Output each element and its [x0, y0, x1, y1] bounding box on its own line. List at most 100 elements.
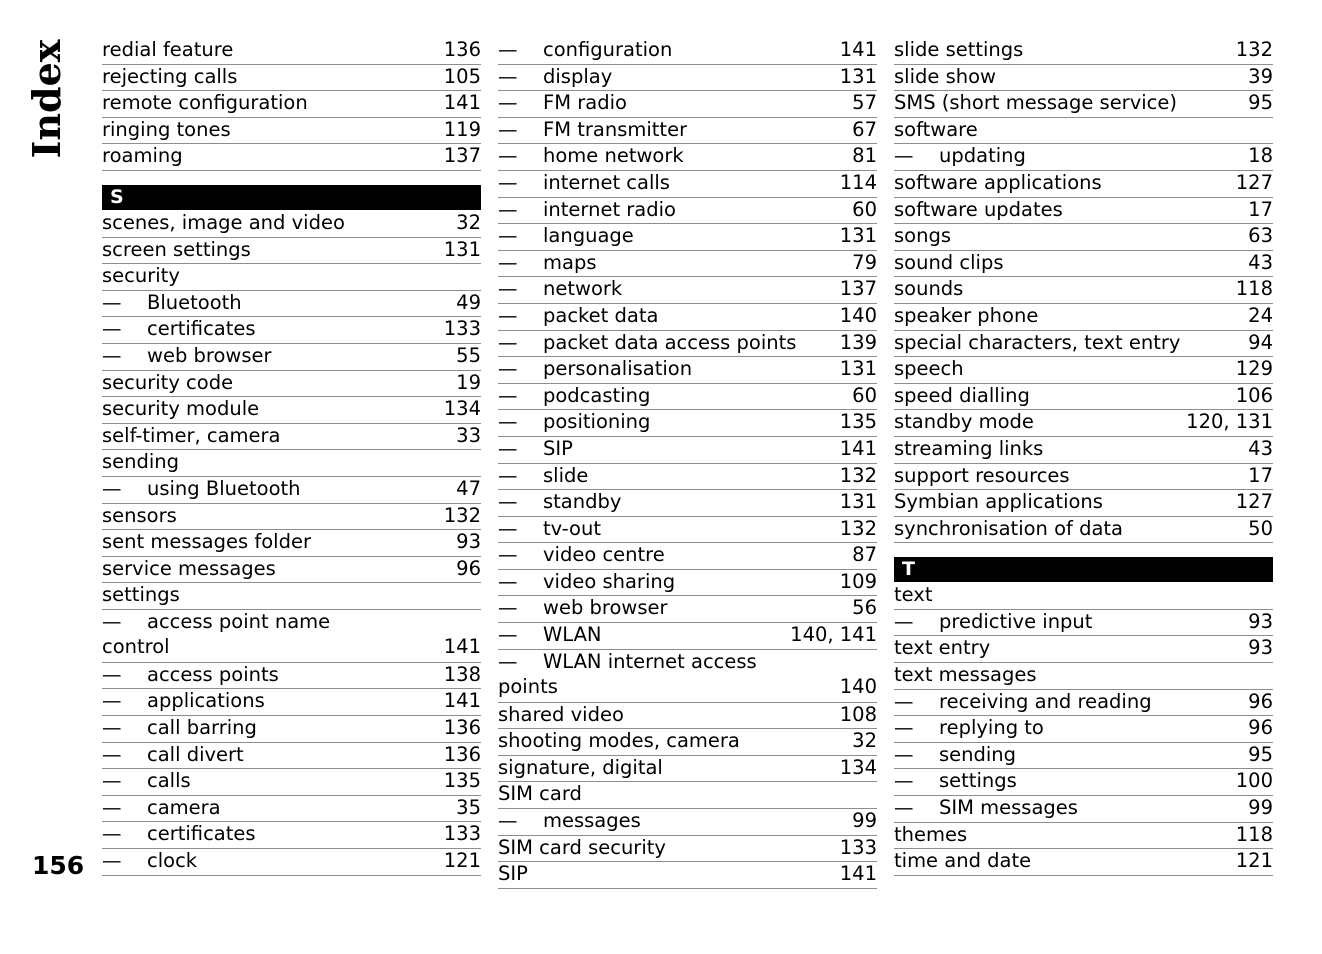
index-entry[interactable]: text entry 93 — [894, 636, 1273, 664]
index-entry[interactable]: sound clips 43 — [894, 251, 1273, 278]
index-entry[interactable]: special characters, text entry 94 — [894, 331, 1273, 358]
index-entry[interactable]: — FM radio 57 — [498, 91, 877, 118]
index-entry[interactable]: — tv-out 132 — [498, 517, 877, 544]
index-entry[interactable]: SIM card — [498, 782, 877, 810]
index-entry[interactable]: themes 118 — [894, 823, 1273, 850]
index-entry[interactable]: text — [894, 583, 1273, 610]
sub-entry-dash-icon: — — [498, 809, 518, 833]
index-entry[interactable]: — call barring 136 — [102, 716, 481, 743]
index-entry[interactable]: redial feature 136 — [102, 38, 481, 65]
index-entry[interactable]: screen settings 131 — [102, 238, 481, 265]
index-entry[interactable]: — SIM messages 99 — [894, 796, 1273, 823]
index-entry[interactable]: rejecting calls 105 — [102, 65, 481, 92]
index-entry[interactable]: security — [102, 264, 481, 291]
index-entry[interactable]: — video sharing 109 — [498, 570, 877, 597]
index-entry[interactable]: — Bluetooth 49 — [102, 291, 481, 318]
index-entry-continuation[interactable]: points 140 — [498, 675, 877, 703]
index-entry[interactable]: — configuration 141 — [498, 38, 877, 65]
index-entry[interactable]: time and date 121 — [894, 849, 1273, 876]
index-entry[interactable]: — web browser 55 — [102, 344, 481, 371]
index-entry[interactable]: scenes, image and video 32 — [102, 211, 481, 238]
index-entry[interactable]: — packet data 140 — [498, 304, 877, 331]
index-entry-page: 136 — [443, 742, 481, 766]
index-entry[interactable]: synchronisation of data 50 — [894, 517, 1273, 544]
index-entry[interactable]: software applications 127 — [894, 171, 1273, 198]
index-entry[interactable]: security module 134 — [102, 397, 481, 424]
index-entry[interactable]: Symbian applications 127 — [894, 490, 1273, 517]
index-entry[interactable]: — certificates 133 — [102, 317, 481, 344]
index-entry-term: — sending — [894, 743, 1016, 767]
index-entry[interactable]: — updating 18 — [894, 144, 1273, 171]
index-entry[interactable]: — FM transmitter 67 — [498, 118, 877, 145]
index-entry[interactable]: — certificates 133 — [102, 822, 481, 850]
index-entry[interactable]: — using Bluetooth 47 — [102, 477, 481, 504]
index-entry[interactable]: signature, digital 134 — [498, 756, 877, 783]
index-entry[interactable]: — packet data access points 139 — [498, 331, 877, 358]
index-entry[interactable]: — personalisation 131 — [498, 357, 877, 384]
index-entry[interactable]: service messages 96 — [102, 557, 481, 584]
index-entry[interactable]: settings — [102, 583, 481, 610]
index-entry[interactable]: software updates 17 — [894, 198, 1273, 225]
index-entry[interactable]: shooting modes, camera 32 — [498, 729, 877, 756]
index-entry[interactable]: — SIP 141 — [498, 437, 877, 464]
index-entry[interactable]: software — [894, 118, 1273, 145]
index-entry[interactable]: — standby 131 — [498, 490, 877, 517]
index-entry[interactable]: — home network 81 — [498, 144, 877, 171]
index-entry[interactable]: SMS (short message service) 95 — [894, 91, 1273, 118]
index-entry[interactable]: sensors 132 — [102, 504, 481, 531]
index-entry-continuation[interactable]: control 141 — [102, 635, 481, 663]
index-entry[interactable]: self-timer, camera 33 — [102, 424, 481, 451]
index-entry[interactable]: — network 137 — [498, 277, 877, 304]
index-entry[interactable]: slide settings 132 — [894, 38, 1273, 65]
index-entry[interactable]: — replying to 96 — [894, 716, 1273, 743]
index-entry[interactable]: — video centre 87 — [498, 543, 877, 570]
index-entry-term: — replying to — [894, 716, 1044, 740]
index-entry[interactable]: speech 129 — [894, 357, 1273, 384]
index-entry-page: 96 — [1248, 716, 1273, 740]
index-entry[interactable]: roaming 137 — [102, 144, 481, 171]
index-entry[interactable]: remote configuration 141 — [102, 91, 481, 118]
index-entry-term: roaming — [102, 144, 183, 168]
index-entry[interactable]: — applications 141 — [102, 689, 481, 717]
index-entry[interactable]: SIP 141 — [498, 862, 877, 889]
index-entry[interactable]: speaker phone 24 — [894, 304, 1273, 331]
index-entry[interactable]: songs 63 — [894, 224, 1273, 251]
index-entry[interactable]: — access point name — [102, 610, 481, 635]
index-entry[interactable]: — settings 100 — [894, 769, 1273, 797]
index-entry[interactable]: security code 19 — [102, 371, 481, 398]
index-entry[interactable]: ringing tones 119 — [102, 118, 481, 145]
index-entry[interactable]: — web browser 56 — [498, 596, 877, 624]
index-entry[interactable]: — calls 135 — [102, 769, 481, 796]
index-entry[interactable]: — podcasting 60 — [498, 384, 877, 411]
index-entry[interactable]: — access points 138 — [102, 663, 481, 690]
index-entry[interactable]: — slide 132 — [498, 464, 877, 491]
index-entry[interactable]: sent messages folder 93 — [102, 530, 481, 557]
index-entry[interactable]: slide show 39 — [894, 65, 1273, 92]
index-entry[interactable]: — internet calls 114 — [498, 171, 877, 198]
index-entry[interactable]: sounds 118 — [894, 277, 1273, 304]
index-entry-term: rejecting calls — [102, 65, 237, 89]
index-entry[interactable]: — WLAN 140, 141 — [498, 623, 877, 650]
index-entry[interactable]: — WLAN internet access — [498, 650, 877, 675]
index-entry[interactable]: support resources 17 — [894, 464, 1273, 491]
index-entry[interactable]: — clock 121 — [102, 849, 481, 876]
index-entry[interactable]: — predictive input 93 — [894, 610, 1273, 637]
index-entry[interactable]: SIM card security 133 — [498, 836, 877, 863]
index-entry[interactable]: — call divert 136 — [102, 743, 481, 770]
index-entry[interactable]: text messages — [894, 663, 1273, 690]
index-entry[interactable]: standby mode 120, 131 — [894, 410, 1273, 437]
index-entry[interactable]: — internet radio 60 — [498, 198, 877, 225]
index-entry[interactable]: — display 131 — [498, 65, 877, 92]
index-entry[interactable]: sending — [102, 450, 481, 477]
index-entry[interactable]: streaming links 43 — [894, 437, 1273, 464]
index-entry-label: predictive input — [939, 609, 1093, 633]
index-entry[interactable]: — messages 99 — [498, 809, 877, 836]
index-entry[interactable]: — camera 35 — [102, 796, 481, 823]
index-entry[interactable]: — sending 95 — [894, 743, 1273, 770]
index-entry[interactable]: — receiving and reading 96 — [894, 690, 1273, 717]
index-entry[interactable]: shared video 108 — [498, 703, 877, 730]
index-entry[interactable]: speed dialling 106 — [894, 384, 1273, 411]
index-entry[interactable]: — language 131 — [498, 224, 877, 251]
index-entry[interactable]: — maps 79 — [498, 251, 877, 278]
index-entry[interactable]: — positioning 135 — [498, 410, 877, 437]
